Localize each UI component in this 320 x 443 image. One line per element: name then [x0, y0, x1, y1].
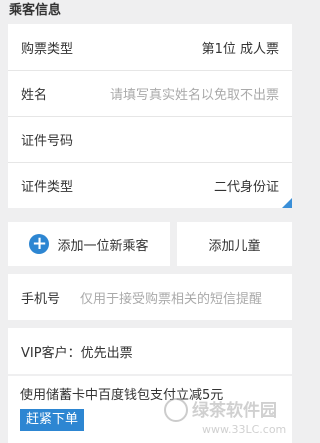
watermark-line2: www.33LC.com	[202, 423, 286, 436]
add-child-button[interactable]: 添加儿童	[177, 222, 292, 266]
vip-card: VIP客户：优先出票	[8, 328, 292, 374]
order-now-button[interactable]: 赶紧下单	[20, 409, 85, 431]
passenger-info-card: 购票类型 第1位 成人票 姓名 请填写真实姓名以免取不出票 证件号码 证件类型 …	[8, 24, 292, 208]
phone-label: 手机号	[21, 291, 61, 307]
id-number-label: 证件号码	[21, 134, 74, 149]
phone-input[interactable]: 仅用于接受购票相关的短信提醒	[80, 288, 262, 307]
add-child-label: 添加儿童	[208, 238, 261, 254]
phone-row[interactable]: 手机号 仅用于接受购票相关的短信提醒	[8, 274, 292, 320]
ticket-type-row[interactable]: 购票类型 第1位 成人票	[8, 24, 292, 70]
dropdown-corner-icon	[282, 198, 292, 208]
id-type-row[interactable]: 证件类型 二代身份证	[8, 162, 292, 208]
add-passenger-label: 添加一位新乘客	[57, 238, 149, 254]
watermark-logo-icon	[164, 398, 188, 422]
id-number-row[interactable]: 证件号码	[8, 116, 292, 162]
id-type-label: 证件类型	[21, 180, 74, 195]
vip-row: VIP客户：优先出票	[8, 328, 292, 374]
phone-card: 手机号 仅用于接受购票相关的短信提醒	[8, 274, 292, 320]
name-label: 姓名	[21, 88, 48, 103]
id-type-value: 二代身份证	[213, 180, 279, 195]
section-title: 乘客信息	[9, 3, 62, 18]
plus-circle-icon: +	[29, 234, 50, 254]
name-row[interactable]: 姓名 请填写真实姓名以免取不出票	[8, 70, 292, 116]
ticket-type-value: 第1位 成人票	[201, 41, 279, 57]
ticket-type-label: 购票类型	[21, 41, 74, 57]
watermark-line1: 绿茶软件园	[192, 400, 277, 421]
vip-text: VIP客户：优先出票	[21, 345, 133, 361]
name-input[interactable]: 请填写真实姓名以免取不出票	[110, 84, 279, 103]
add-passenger-button[interactable]: + 添加一位新乘客	[8, 222, 170, 266]
site-watermark: 绿茶软件园 www.33LC.com	[164, 398, 286, 436]
